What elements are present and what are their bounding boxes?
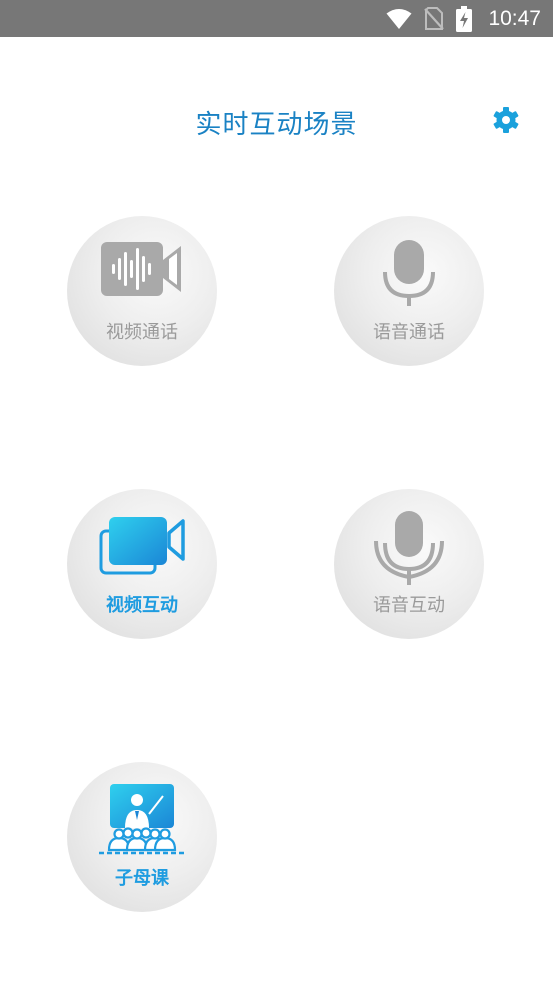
wifi-icon (386, 8, 412, 30)
settings-button[interactable] (490, 106, 522, 138)
status-icons: 10:47 (386, 5, 541, 32)
video-camera-stack-icon (67, 511, 217, 581)
video-camera-waveform-icon (67, 238, 217, 308)
status-time: 10:47 (488, 6, 541, 30)
scene-class-button[interactable]: 子母课 (67, 762, 217, 912)
scene-label: 视频互动 (106, 595, 178, 616)
scene-label: 语音通话 (373, 322, 445, 343)
scene-label: 子母课 (115, 868, 169, 889)
page-title: 实时互动场景 (195, 110, 358, 140)
gear-icon (492, 106, 520, 138)
scene-video-call-button[interactable]: 视频通话 (67, 216, 217, 366)
status-bar: 10:47 (0, 0, 553, 37)
microphone-icon (334, 238, 484, 308)
classroom-teacher-icon (67, 784, 217, 855)
microphone-waves-icon (334, 511, 484, 585)
scene-video-interact-button[interactable]: 视频互动 (67, 489, 217, 639)
scene-voice-call-button[interactable]: 语音通话 (334, 216, 484, 366)
scene-label: 语音互动 (373, 595, 445, 616)
no-sim-icon (424, 6, 445, 31)
header: 实时互动场景 (0, 90, 553, 150)
battery-charging-icon (456, 5, 473, 32)
scene-label: 视频通话 (106, 322, 178, 343)
scene-voice-interact-button[interactable]: 语音互动 (334, 489, 484, 639)
